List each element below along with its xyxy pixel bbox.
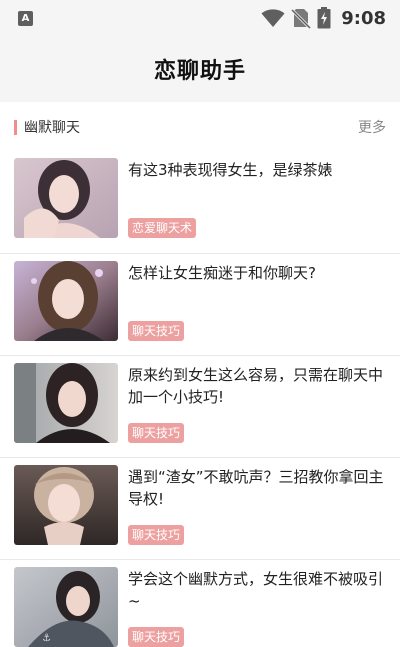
no-sim-icon — [291, 7, 312, 29]
article-tag[interactable]: 聊天技巧 — [128, 627, 185, 647]
article-thumbnail — [14, 261, 118, 341]
article-thumbnail — [14, 465, 118, 545]
article-body: 原来约到女生这么容易，只需在聊天中加一个小技巧! 聊天技巧 — [128, 363, 386, 443]
article-tag[interactable]: 聊天技巧 — [128, 423, 185, 443]
article-item[interactable]: 怎样让女生痴迷于和你聊天? 聊天技巧 — [0, 254, 400, 356]
article-title: 有这3种表现得女生，是绿茶婊 — [128, 161, 333, 179]
article-thumbnail — [14, 363, 118, 443]
article-title: 怎样让女生痴迷于和你聊天? — [128, 264, 316, 282]
article-tag[interactable]: 聊天技巧 — [128, 525, 185, 545]
article-thumbnail: ⚓ — [14, 567, 118, 647]
section-header: 幽默聊天 更多 — [0, 102, 400, 152]
page-title: 恋聊助手 — [153, 59, 246, 84]
article-item[interactable]: ⚓ 学会这个幽默方式，女生很难不被吸引~ 聊天技巧 — [0, 560, 400, 647]
svg-text:⚓: ⚓ — [42, 633, 51, 644]
article-title: 学会这个幽默方式，女生很难不被吸引~ — [128, 570, 384, 610]
article-title: 原来约到女生这么容易，只需在聊天中加一个小技巧! — [128, 366, 384, 406]
article-title: 遇到“渣女”不敢吭声？三招教你拿回主导权! — [128, 468, 384, 508]
status-left: A — [18, 10, 33, 26]
app-notification-icon: A — [18, 10, 33, 26]
article-tag[interactable]: 恋爱聊天术 — [128, 218, 197, 238]
article-body: 学会这个幽默方式，女生很难不被吸引~ 聊天技巧 — [128, 567, 386, 647]
status-right: 9:08 — [261, 7, 386, 29]
title-bar: 恋聊助手 — [0, 36, 400, 102]
article-thumbnail — [14, 158, 118, 238]
section-accent-bar — [14, 119, 17, 135]
wifi-icon — [261, 8, 285, 28]
battery-charging-icon — [317, 7, 331, 29]
article-item[interactable]: 遇到“渣女”不敢吭声？三招教你拿回主导权! 聊天技巧 — [0, 458, 400, 560]
article-body: 遇到“渣女”不敢吭声？三招教你拿回主导权! 聊天技巧 — [128, 465, 386, 545]
article-list: 有这3种表现得女生，是绿茶婊 恋爱聊天术 怎样让女生痴迷于和你聊天? 聊天技巧 … — [0, 152, 400, 647]
article-body: 有这3种表现得女生，是绿茶婊 恋爱聊天术 — [128, 158, 386, 238]
article-item[interactable]: 有这3种表现得女生，是绿茶婊 恋爱聊天术 — [0, 152, 400, 254]
status-bar: A 9:08 — [0, 0, 400, 36]
section-title: 幽默聊天 — [24, 120, 80, 136]
status-clock: 9:08 — [341, 7, 386, 29]
more-link[interactable]: 更多 — [358, 117, 386, 137]
article-tag[interactable]: 聊天技巧 — [128, 321, 185, 341]
section-title-group: 幽默聊天 — [14, 117, 80, 137]
article-body: 怎样让女生痴迷于和你聊天? 聊天技巧 — [128, 261, 386, 341]
article-item[interactable]: 原来约到女生这么容易，只需在聊天中加一个小技巧! 聊天技巧 — [0, 356, 400, 458]
